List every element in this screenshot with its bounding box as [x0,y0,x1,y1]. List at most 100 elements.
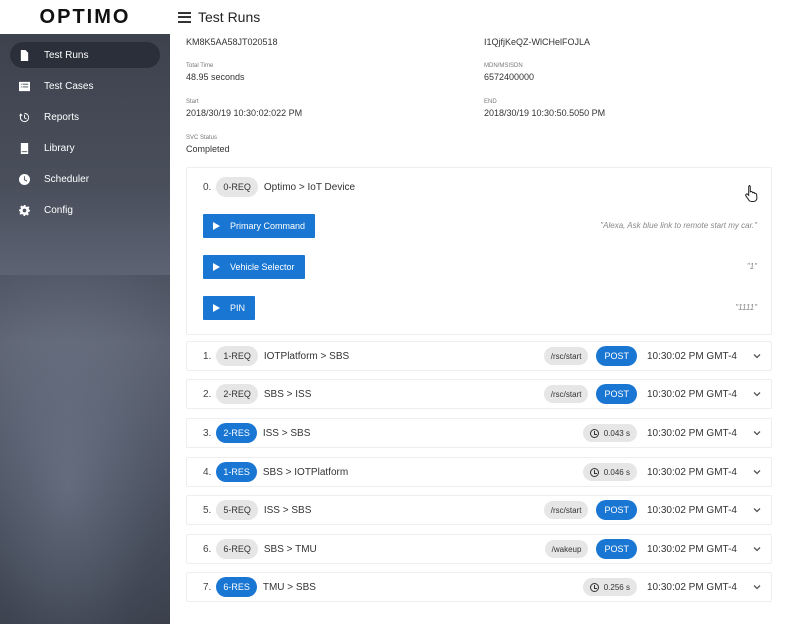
step-meta: 0.046 s 10:30:02 PM GMT-4 [582,458,761,486]
sidebar-item-label: Scheduler [44,173,90,185]
step-index: 5. [203,504,212,516]
sidebar-item-test-runs[interactable]: Test Runs [10,42,160,68]
main-content: KM8K5AA58JT020518 I1QjfjKeQZ-WlCHelFOJLA… [170,34,792,624]
duration-text: 0.256 s [603,582,630,592]
step-tag: 0-REQ [216,177,258,197]
step-tag: 1-REQ [216,346,258,366]
vehicle-selector-button[interactable]: Vehicle Selector [203,255,305,279]
step-index: 1. [203,350,212,362]
history-icon [18,111,30,123]
end-field: END 2018/30/19 10:30:50.5050 PM [484,99,606,118]
sidebar-nav: Test Runs Test Cases Reports Library Sch… [10,42,160,228]
vin-field: KM8K5AA58JT020518 [186,37,278,47]
chevron-down-icon[interactable] [753,583,761,591]
run-id-field: I1QjfjKeQZ-WlCHelFOJLA [484,37,591,47]
svc-status-field: SVC Status Completed [186,135,230,154]
endpoint-badge: /rsc/start [543,347,589,365]
pin-text: "1111" [735,303,757,312]
step-index: 0. [203,181,212,193]
step-row[interactable]: 4. 1-RES SBS > IOTPlatform 0.046 s 10:30:02 … [186,457,772,487]
step-route: SBS > ISS [263,388,312,400]
chevron-down-icon[interactable] [753,468,761,476]
duration-badge: 0.043 s [582,424,637,442]
logo-bar: OPTIMO [0,0,170,34]
gear-icon [18,204,30,216]
step-row[interactable]: 5. 5-REQ ISS > SBS/rsc/start POST 10:30:02 P… [186,495,772,525]
step-index: 3. [203,427,212,439]
sidebar-item-scheduler[interactable]: Scheduler [10,166,160,192]
timestamp: 10:30:02 PM GMT-4 [646,504,737,516]
step-index: 7. [203,581,212,593]
book-icon [18,142,30,154]
sidebar-item-library[interactable]: Library [10,135,160,161]
sidebar-item-config[interactable]: Config [10,197,160,223]
step-meta: /wakeup POST 10:30:02 PM GMT-4 [544,535,761,563]
timestamp: 10:30:02 PM GMT-4 [646,466,737,478]
step-route: TMU > SBS [262,581,316,593]
step-route: Optimo > IoT Device [263,181,356,193]
pointer-cursor-icon[interactable] [743,184,759,202]
duration-text: 0.046 s [603,467,630,477]
step-row[interactable]: 2. 2-REQ SBS > ISS/rsc/start POST 10:30:02 P… [186,379,772,409]
step-route: ISS > SBS [263,504,312,516]
sidebar-item-test-cases[interactable]: Test Cases [10,73,160,99]
step-tag: 1-RES [216,462,257,482]
vehicle-selector-text: "1" [746,262,757,271]
sidebar-item-reports[interactable]: Reports [10,104,160,130]
pin-button[interactable]: PIN [203,296,256,320]
list-icon [18,80,30,92]
page-title: Test Runs [198,9,261,25]
total-time-field: Total Time 48.95 seconds [186,63,245,82]
duration-text: 0.043 s [603,428,630,438]
sidebar-item-label: Test Cases [44,80,94,92]
chevron-down-icon[interactable] [753,506,761,514]
chevron-down-icon[interactable] [753,545,761,553]
duration-badge: 0.256 s [582,578,637,596]
method-badge: POST [596,346,637,366]
sidebar-item-label: Reports [44,111,80,123]
timestamp: 10:30:02 PM GMT-4 [646,388,737,400]
primary-command-button[interactable]: Primary Command [203,214,316,238]
endpoint-badge: /rsc/start [543,385,589,403]
chevron-down-icon[interactable] [753,429,761,437]
step-tag: 6-REQ [216,539,258,559]
menu-icon[interactable] [178,11,191,23]
step-card-expanded: 0. 0-REQ Optimo > IoT Device Primary Com… [186,167,772,335]
timestamp: 10:30:02 PM GMT-4 [646,427,737,439]
top-bar: Test Runs [170,0,792,34]
sidebar: OPTIMO Test Runs Test Cases Reports Libr… [0,0,170,624]
step-meta: /rsc/start POST 10:30:02 PM GMT-4 [543,342,761,370]
step-row[interactable]: 6. 6-REQ SBS > TMU/wakeup POST 10:30:02 PM G… [186,534,772,564]
clock-icon [589,428,599,438]
timestamp: 10:30:02 PM GMT-4 [646,350,737,362]
play-icon [213,222,220,230]
app-logo: OPTIMO [39,5,131,28]
sidebar-item-label: Library [44,142,75,154]
step-index: 4. [203,466,212,478]
chevron-down-icon[interactable] [753,352,761,360]
step-meta: /rsc/start POST 10:30:02 PM GMT-4 [543,380,761,408]
step-row[interactable]: 1. 1-REQ IOTPlatform > SBS/rsc/start POST 10… [186,341,772,371]
step-index: 6. [203,543,212,555]
clock-icon [589,467,599,477]
timestamp: 10:30:02 PM GMT-4 [646,543,737,555]
play-icon [213,304,220,312]
sidebar-item-label: Test Runs [44,49,89,61]
sidebar-item-label: Config [44,204,73,216]
clock-icon [18,173,30,185]
step-row[interactable]: 7. 6-RES TMU > SBS 0.256 s 10:30:02 PM GMT-4 [186,572,772,602]
play-icon [213,263,220,271]
step-row[interactable]: 3. 2-RES ISS > SBS 0.043 s 10:30:02 PM GMT-4 [186,418,772,448]
step-route: SBS > IOTPlatform [262,466,349,478]
step-meta: /rsc/start POST 10:30:02 PM GMT-4 [543,496,761,524]
timestamp: 10:30:02 PM GMT-4 [646,581,737,593]
method-badge: POST [596,500,637,520]
method-badge: POST [596,384,637,404]
mdn-field: MDN/MSISDN 6572400000 [484,63,535,82]
file-icon [18,49,30,61]
duration-badge: 0.046 s [582,463,637,481]
step-route: IOTPlatform > SBS [263,350,350,362]
chevron-down-icon[interactable] [753,390,761,398]
clock-icon [589,582,599,592]
step-tag: 2-REQ [216,384,258,404]
